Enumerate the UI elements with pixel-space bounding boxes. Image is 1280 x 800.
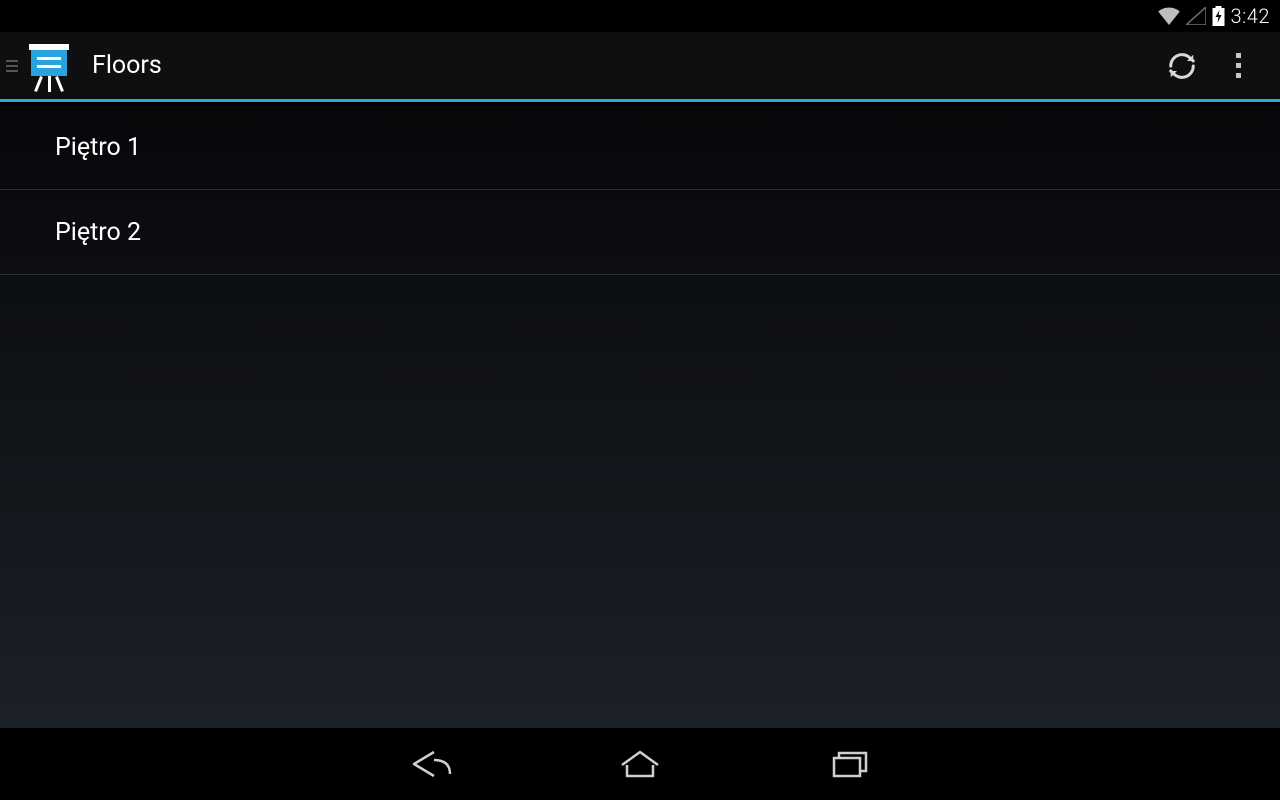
nav-home-button[interactable]	[610, 739, 670, 789]
floor-list-item[interactable]: Piętro 2	[0, 190, 1280, 275]
status-bar: 3:42	[0, 0, 1280, 32]
floor-label: Piętro 2	[55, 218, 141, 247]
app-icon[interactable]	[22, 39, 76, 93]
overflow-menu-button[interactable]	[1210, 39, 1266, 93]
drawer-indicator-icon[interactable]	[6, 60, 18, 72]
page-title: Floors	[92, 51, 162, 80]
cell-signal-icon	[1186, 7, 1206, 25]
floor-label: Piętro 1	[55, 133, 141, 162]
refresh-button[interactable]	[1154, 39, 1210, 93]
action-bar: Floors	[0, 32, 1280, 102]
system-nav-bar	[0, 728, 1280, 800]
nav-recents-button[interactable]	[820, 739, 880, 789]
status-clock: 3:42	[1231, 4, 1270, 28]
wifi-icon	[1158, 7, 1180, 25]
battery-charging-icon	[1212, 6, 1225, 26]
content-area: Piętro 1 Piętro 2	[0, 105, 1280, 728]
nav-back-button[interactable]	[400, 739, 460, 789]
floor-list-item[interactable]: Piętro 1	[0, 105, 1280, 190]
